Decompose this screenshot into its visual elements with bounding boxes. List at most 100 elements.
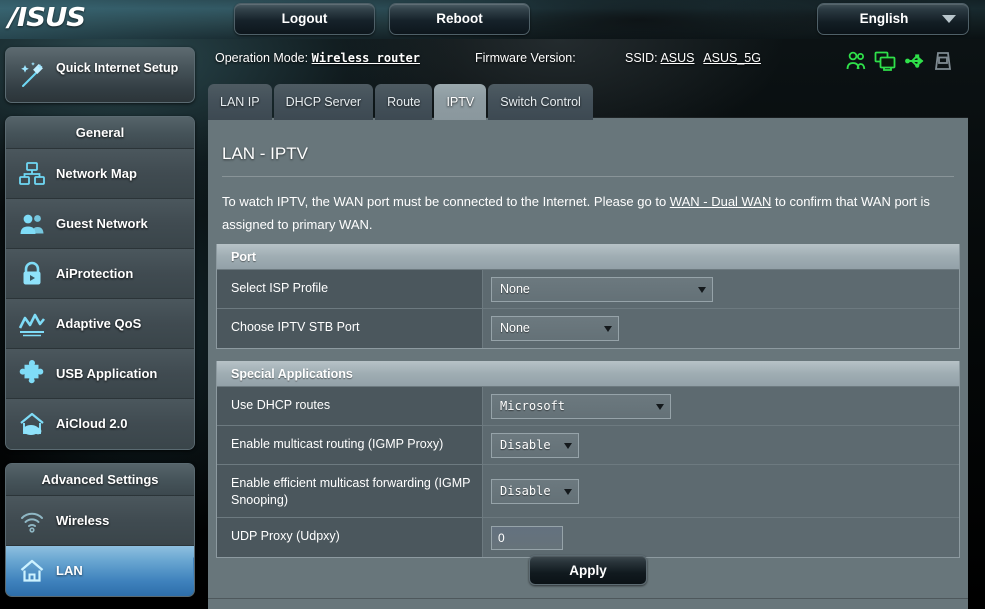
monitors-icon[interactable] [874,50,896,77]
sidebar-group-advanced: Advanced Settings Wireless LAN [5,463,195,597]
sidebar-item-label: AiCloud 2.0 [56,416,128,431]
sidebar-item-label: USB Application [56,366,158,381]
tab-dhcp-server[interactable]: DHCP Server [273,84,374,120]
chevron-down-icon [564,488,572,495]
wifi-icon [18,507,46,535]
section-header-special-applications: Special Applications [217,361,959,387]
chevron-down-icon [656,403,664,410]
sidebar-item-guest-network[interactable]: Guest Network [6,199,194,249]
tab-iptv[interactable]: IPTV [434,84,487,120]
puzzle-icon [18,360,46,388]
apply-bar: Apply [208,555,968,585]
ssid-info: SSID: ASUS ASUS_5G [625,51,767,65]
apply-button[interactable]: Apply [529,555,647,585]
dhcp-routes-select[interactable]: Microsoft [491,393,671,419]
row-udp-proxy: UDP Proxy (Udpxy) [217,518,959,557]
row-label: Use DHCP routes [217,387,483,425]
ssid-5g-value[interactable]: ASUS_5G [703,51,761,65]
row-igmp-proxy: Enable multicast routing (IGMP Proxy) Di… [217,426,959,465]
sidebar-item-label: Guest Network [56,216,148,231]
operation-mode: Operation Mode: Wireless router [215,51,420,65]
tab-lan-ip[interactable]: LAN IP [208,84,272,120]
status-icon-tray [845,50,965,72]
clients-icon[interactable] [845,50,867,77]
sidebar-group-header-general: General [6,117,194,149]
description-prefix: To watch IPTV, the WAN port must be conn… [222,194,670,209]
language-select[interactable]: English [817,3,969,35]
wan-dual-wan-link[interactable]: WAN - Dual WAN [670,194,772,209]
row-control: Disable [483,465,959,517]
sidebar-item-label: Quick Internet Setup [56,61,179,75]
dhcp-routes-select-value: Microsoft [500,398,566,413]
sidebar-item-aicloud[interactable]: AiCloud 2.0 [6,399,194,449]
row-control: None [483,270,959,308]
footer-divider [208,598,968,599]
igmp-proxy-select-value: Disable [500,437,551,452]
page-description: To watch IPTV, the WAN port must be conn… [222,190,958,236]
page-title: LAN - IPTV [222,144,308,163]
row-select-isp-profile: Select ISP Profile None [217,270,959,309]
row-use-dhcp-routes: Use DHCP routes Microsoft [217,387,959,426]
firmware-version: Firmware Version: [475,51,576,65]
asus-logo: /ISUS [8,3,86,33]
row-control: Disable [483,426,959,464]
section-special-applications: Special Applications Use DHCP routes Mic… [216,361,960,558]
sidebar-item-usb-application[interactable]: USB Application [6,349,194,399]
sidebar-item-quick-internet-setup[interactable]: Quick Internet Setup [5,47,195,103]
sidebar-group-header-advanced: Advanced Settings [6,464,194,496]
iptv-stb-port-select-value: None [500,321,530,335]
network-map-icon [18,160,46,188]
logout-button[interactable]: Logout [234,3,375,35]
sidebar-item-label: Wireless [56,513,110,528]
guest-network-icon [18,210,46,238]
sidebar-item-label: Network Map [56,166,137,181]
chevron-down-icon [942,15,956,23]
row-label: UDP Proxy (Udpxy) [217,518,483,557]
row-control [483,518,959,557]
row-label: Enable efficient multicast forwarding (I… [217,465,483,517]
row-igmp-snooping: Enable efficient multicast forwarding (I… [217,465,959,518]
ssid-label: SSID: [625,51,658,65]
tab-switch-control[interactable]: Switch Control [488,84,593,120]
sidebar-group-general: General Network Map Guest Network AiProt… [5,116,195,450]
isp-profile-select[interactable]: None [491,276,713,302]
operation-mode-label: Operation Mode: [215,51,309,65]
chart-icon [18,310,46,338]
sidebar-item-label: AiProtection [56,266,134,281]
chevron-down-icon [604,326,612,332]
row-control: None [483,309,959,348]
sidebar-item-network-map[interactable]: Network Map [6,149,194,199]
igmp-snooping-select[interactable]: Disable [491,478,579,504]
operation-mode-value[interactable]: Wireless router [312,51,420,65]
sidebar-item-wireless[interactable]: Wireless [6,496,194,546]
chevron-down-icon [564,442,572,449]
tab-route[interactable]: Route [375,84,433,120]
sidebar-item-lan[interactable]: LAN [6,546,194,596]
row-control: Microsoft [483,387,959,425]
sidebar-item-aiprotection[interactable]: AiProtection [6,249,194,299]
active-pointer-icon [193,557,194,585]
sidebar-item-adaptive-qos[interactable]: Adaptive QoS [6,299,194,349]
printer-icon[interactable] [932,50,954,77]
iptv-stb-port-select[interactable]: None [491,316,619,341]
row-label: Select ISP Profile [217,270,483,308]
reboot-button[interactable]: Reboot [389,3,530,35]
row-label: Enable multicast routing (IGMP Proxy) [217,426,483,464]
section-port: Port Select ISP Profile None Choose IPTV… [216,244,960,349]
row-label: Choose IPTV STB Port [217,309,483,348]
house-icon [18,557,46,585]
chevron-down-icon [698,286,706,293]
igmp-proxy-select[interactable]: Disable [491,432,579,458]
igmp-snooping-select-value: Disable [500,483,551,498]
cloud-house-icon [18,410,46,438]
usb-icon[interactable] [903,50,925,77]
row-choose-iptv-stb-port: Choose IPTV STB Port None [217,309,959,348]
sidebar: Quick Internet Setup General Network Map [5,47,195,597]
udp-proxy-input[interactable] [491,525,563,550]
title-divider [222,176,954,177]
sidebar-item-label: LAN [56,563,83,578]
content-panel: LAN - IPTV To watch IPTV, the WAN port m… [208,118,968,609]
lock-icon [18,260,46,288]
ssid-2g-value[interactable]: ASUS [660,51,694,65]
magic-wand-icon [18,61,48,91]
